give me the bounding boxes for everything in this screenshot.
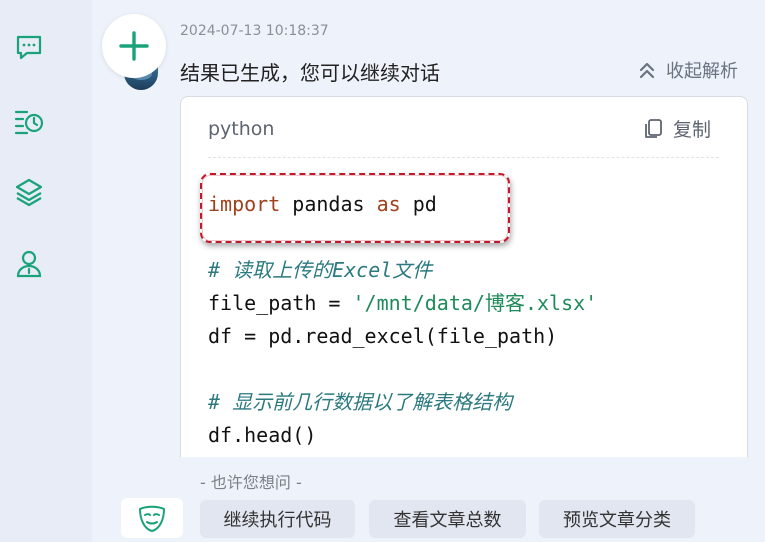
suggestion-chip[interactable]: 继续执行代码 (200, 500, 355, 538)
copy-code-button[interactable]: 复制 (643, 115, 711, 142)
collapse-analysis-label: 收起解析 (666, 61, 738, 82)
code-keyword: import (208, 192, 281, 216)
code-text: pandas (280, 192, 377, 216)
suggestion-chip[interactable]: 预览文章分类 (539, 500, 695, 538)
code-content: import pandas as pd # 读取上传的Excel文件 file_… (208, 188, 597, 452)
plus-icon (119, 31, 149, 61)
code-comment: # 读取上传的Excel文件 (208, 258, 433, 282)
sidebar (0, 0, 92, 542)
copy-icon (645, 118, 662, 138)
history-clock-icon[interactable] (11, 102, 47, 138)
code-line: import pandas as pd (208, 188, 597, 221)
copy-label: 复制 (673, 119, 712, 141)
code-line: df = pd.read_excel(file_path) (208, 324, 558, 348)
new-chat-button[interactable] (102, 14, 166, 78)
message-timestamp: 2024-07-13 10:18:37 (180, 23, 329, 39)
double-chevron-up-icon (639, 62, 655, 79)
suggestion-chip[interactable]: 查看文章总数 (369, 500, 526, 538)
code-language-label: python (208, 118, 275, 140)
code-header-divider (208, 157, 719, 158)
result-message: 结果已生成，您可以继续对话 (180, 61, 440, 85)
chat-bubble-icon[interactable] (11, 29, 47, 65)
mascot-mask-icon (139, 505, 165, 532)
collapse-analysis-button[interactable]: 收起解析 (636, 57, 738, 83)
code-line: df.head() (208, 423, 317, 447)
code-keyword: as (376, 192, 401, 216)
code-comment: # 显示前几行数据以了解表格结构 (208, 390, 513, 414)
code-line: file_path = '/mnt/data/博客.xlsx' (208, 287, 597, 320)
code-block: python 复制 import pandas as pd # 读取上传的Exc… (180, 96, 748, 457)
user-icon[interactable] (11, 245, 47, 281)
suggestion-mascot (121, 498, 183, 538)
code-text: pd (400, 192, 437, 216)
code-text: file_path = (208, 291, 353, 315)
code-string: '/mnt/data/博客.xlsx' (352, 291, 598, 315)
suggestions-title: - 也许您想问 - (200, 473, 302, 492)
layers-icon[interactable] (11, 174, 47, 210)
